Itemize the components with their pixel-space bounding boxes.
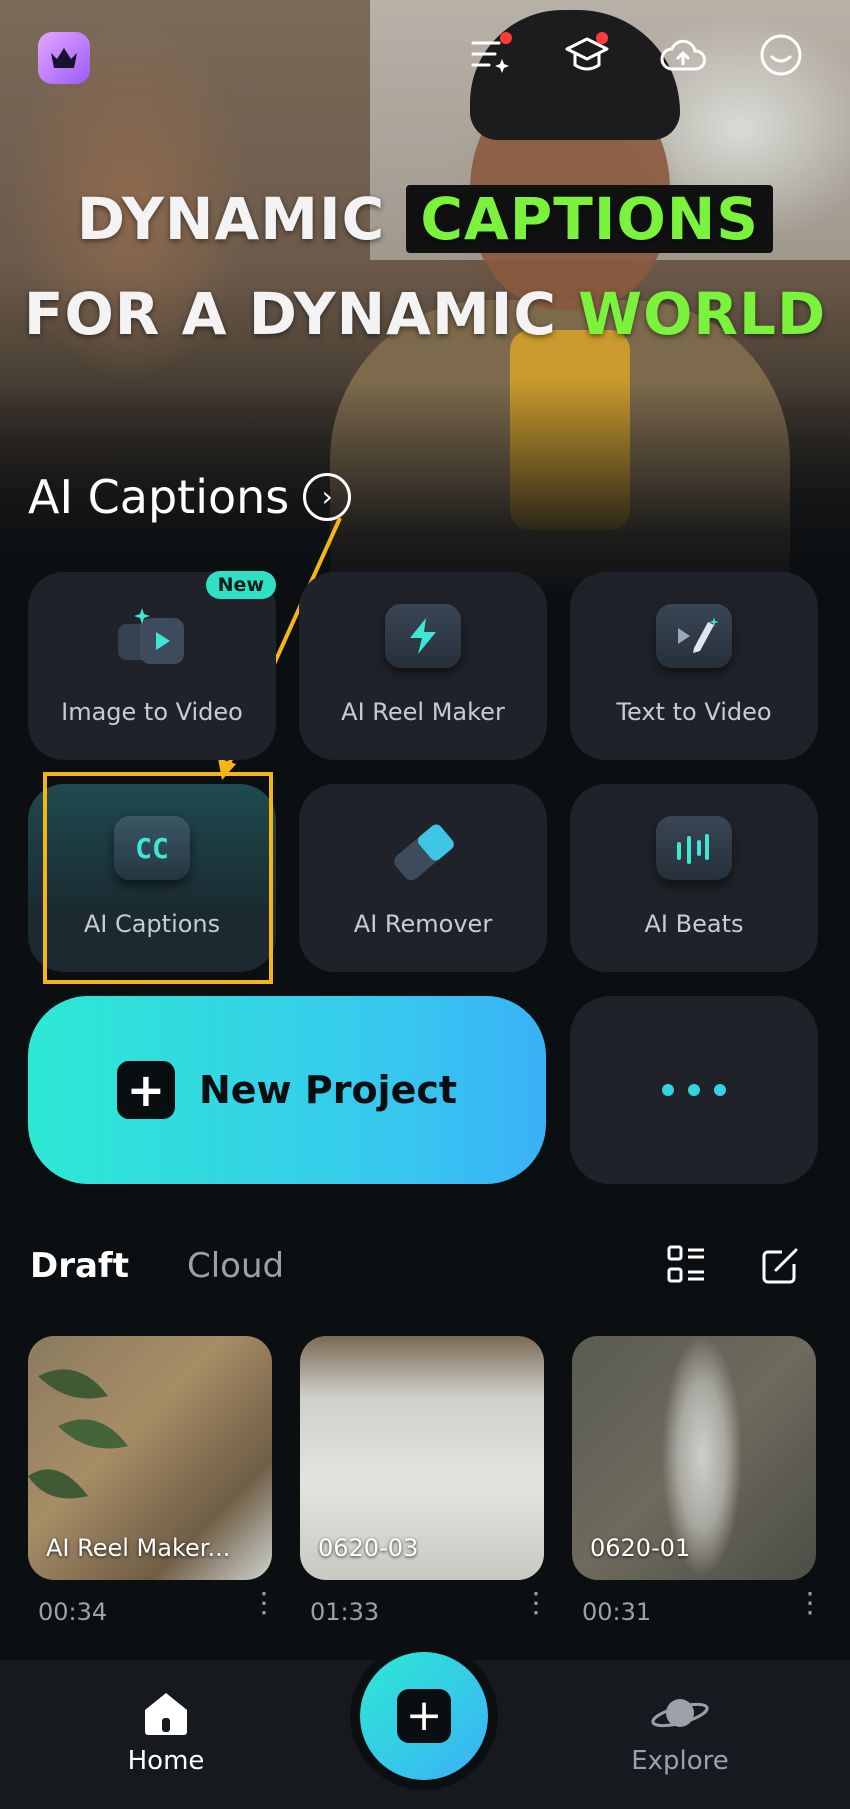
tool-text-to-video[interactable]: Text to Video: [570, 572, 818, 760]
dot: [688, 1084, 700, 1096]
tab-cloud[interactable]: Cloud: [187, 1246, 284, 1286]
draft-duration: 01:33: [310, 1598, 380, 1626]
draft-title: 0620-01: [590, 1534, 691, 1562]
nav-label: Explore: [631, 1746, 729, 1776]
draft-duration: 00:31: [582, 1598, 652, 1626]
more-options-icon[interactable]: ⋮: [796, 1589, 824, 1617]
draft-title: 0620-03: [318, 1534, 419, 1562]
draft-thumbnail[interactable]: AI Reel Maker...: [28, 1336, 272, 1580]
tool-label: AI Reel Maker: [341, 698, 505, 726]
tool-label: AI Beats: [644, 910, 744, 938]
eraser-icon: [383, 816, 463, 888]
image-to-video-icon: [112, 604, 192, 676]
new-badge: New: [205, 571, 276, 599]
plus-icon: +: [397, 1689, 451, 1743]
nav-home[interactable]: Home: [86, 1690, 246, 1776]
new-project-label: New Project: [198, 1068, 458, 1112]
project-tabs: Draft Cloud: [30, 1246, 284, 1286]
highlight-box: [43, 772, 273, 984]
tool-label: Image to Video: [61, 698, 243, 726]
annotation-arrow: [218, 517, 342, 780]
tool-image-to-video[interactable]: Image to Video New: [28, 571, 276, 760]
more-tools-button[interactable]: [570, 996, 818, 1184]
tool-ai-remover[interactable]: AI Remover: [299, 784, 547, 972]
tool-ai-reel-maker[interactable]: AI Reel Maker: [299, 572, 547, 760]
pencil-video-icon: [654, 604, 734, 676]
lightning-icon: [383, 604, 463, 676]
music-beats-icon: [654, 816, 734, 888]
tool-label: AI Remover: [353, 910, 493, 938]
tab-draft[interactable]: Draft: [30, 1246, 129, 1286]
planet-icon: [651, 1699, 709, 1728]
draft-thumbnail[interactable]: 0620-01: [572, 1336, 816, 1580]
home-icon: [145, 1693, 187, 1735]
tool-label: Text to Video: [616, 698, 772, 726]
draft-title: AI Reel Maker...: [46, 1534, 231, 1562]
plus-icon: +: [116, 1061, 175, 1119]
list-view-icon[interactable]: [664, 1242, 714, 1292]
draft-duration: 00:34: [38, 1598, 108, 1626]
dot: [714, 1084, 726, 1096]
nav-label: Home: [127, 1746, 205, 1776]
more-options-icon[interactable]: ⋮: [250, 1589, 278, 1617]
create-fab-button[interactable]: +: [360, 1652, 488, 1780]
new-project-button[interactable]: + New Project: [28, 996, 546, 1184]
nav-explore[interactable]: Explore: [600, 1690, 760, 1776]
draft-thumbnail[interactable]: 0620-03: [300, 1336, 544, 1580]
tool-ai-beats[interactable]: AI Beats: [570, 784, 818, 972]
edit-icon[interactable]: [758, 1242, 808, 1292]
dot: [662, 1084, 674, 1096]
more-options-icon[interactable]: ⋮: [522, 1589, 550, 1617]
